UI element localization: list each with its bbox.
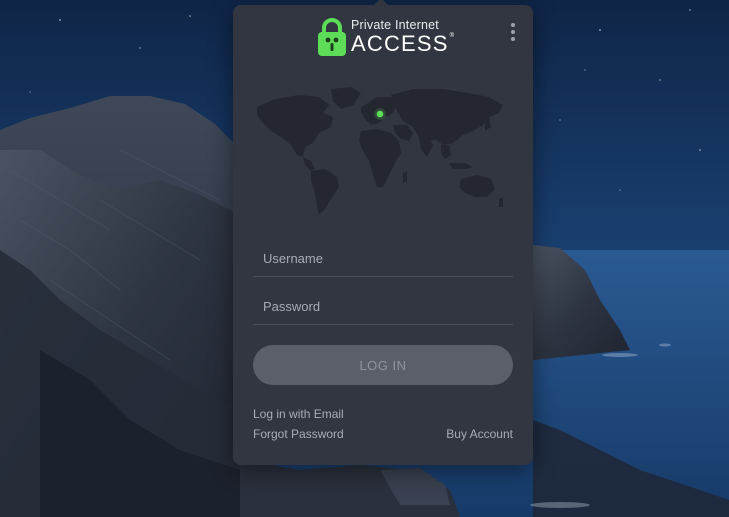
logo-line2-text: ACCESS: [351, 30, 449, 56]
logo-line2: ACCESS®: [351, 30, 456, 56]
current-location-dot: [376, 110, 384, 118]
desktop-background: Private Internet ACCESS® Username LOG IN…: [0, 0, 729, 517]
username-field[interactable]: [253, 240, 513, 277]
login-with-email-link[interactable]: Log in with Email: [253, 407, 344, 421]
app-logo: Private Internet ACCESS®: [317, 17, 455, 57]
kebab-menu-icon[interactable]: [509, 23, 517, 47]
username-input[interactable]: [253, 240, 513, 276]
padlock-logo-icon: [318, 18, 346, 56]
popup-arrow: [373, 0, 389, 6]
login-panel: Private Internet ACCESS® Username LOG IN…: [233, 0, 533, 465]
password-input[interactable]: [253, 288, 513, 324]
registered-mark: ®: [449, 32, 456, 39]
world-map: [257, 87, 503, 215]
forgot-password-link[interactable]: Forgot Password: [253, 427, 344, 441]
buy-account-link[interactable]: Buy Account: [446, 427, 513, 441]
password-field[interactable]: [253, 288, 513, 325]
login-button[interactable]: LOG IN: [253, 345, 513, 385]
